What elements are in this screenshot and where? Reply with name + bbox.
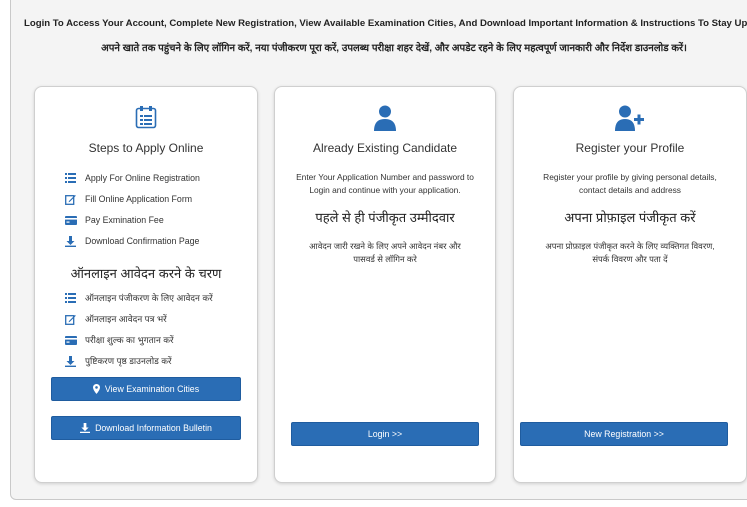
- list-icon: [65, 173, 85, 183]
- list-item: ऑनलाइन पंजीकरण के लिए आवेदन करें: [65, 290, 213, 306]
- register-description: Register your profile by giving personal…: [543, 172, 717, 195]
- credit-card-icon: [65, 335, 85, 345]
- list-item: पुष्टिकरण पृष्ठ डाउनलोड करें: [65, 353, 213, 369]
- map-marker-icon: [92, 384, 100, 394]
- register-card: Register your Profile Register your prof…: [513, 86, 747, 483]
- existing-description: Enter Your Application Number and passwo…: [296, 172, 474, 195]
- edit-icon: [65, 314, 85, 325]
- steps-title: Steps to Apply Online: [88, 141, 204, 155]
- user-icon: [275, 105, 495, 131]
- view-cities-button[interactable]: View Examination Cities: [51, 377, 241, 401]
- download-icon: [65, 235, 85, 247]
- steps-list: Apply For Online Registration Fill Onlin…: [65, 170, 200, 254]
- existing-candidate-card: Already Existing Candidate Enter Your Ap…: [274, 86, 496, 483]
- register-title: Register your Profile: [575, 141, 685, 155]
- list-item: Apply For Online Registration: [65, 170, 200, 186]
- credit-card-icon: [65, 215, 85, 225]
- list-item: Pay Exmination Fee: [65, 212, 200, 228]
- download-icon: [80, 423, 91, 433]
- register-hindi-description: अपना प्रोफ़ाइल पंजीकृत करने के लिए व्यक्…: [545, 241, 715, 264]
- register-hindi-title: अपना प्रोफ़ाइल पंजीकृत करें: [564, 210, 696, 225]
- user-plus-icon: [514, 105, 746, 131]
- new-registration-button[interactable]: New Registration >>: [520, 422, 728, 446]
- list-item: Download Confirmation Page: [65, 233, 200, 249]
- steps-hindi-title: ऑनलाइन आवेदन करने के चरण: [70, 266, 222, 281]
- login-button[interactable]: Login >>: [291, 422, 479, 446]
- checklist-icon: [35, 105, 257, 129]
- steps-card: Steps to Apply Online Apply For Online R…: [34, 86, 258, 483]
- list-item: परीक्षा शुल्क का भुगतान करें: [65, 332, 213, 348]
- steps-hindi-list: ऑनलाइन पंजीकरण के लिए आवेदन करें ऑनलाइन …: [65, 290, 213, 374]
- header-english: Login To Access Your Account, Complete N…: [24, 18, 747, 29]
- edit-icon: [65, 194, 85, 205]
- list-item: Fill Online Application Form: [65, 191, 200, 207]
- list-item: ऑनलाइन आवेदन पत्र भरें: [65, 311, 213, 327]
- download-bulletin-button[interactable]: Download Information Bulletin: [51, 416, 241, 440]
- download-icon: [65, 355, 85, 367]
- list-icon: [65, 293, 85, 303]
- existing-hindi-description: आवेदन जारी रखने के लिए अपने आवेदन नंबर औ…: [309, 241, 461, 264]
- existing-title: Already Existing Candidate: [312, 141, 458, 155]
- existing-hindi-title: पहले से ही पंजीकृत उम्मीदवार: [315, 210, 455, 225]
- header-hindi: अपने खाते तक पहुंचने के लिए लॉगिन करें, …: [101, 43, 687, 54]
